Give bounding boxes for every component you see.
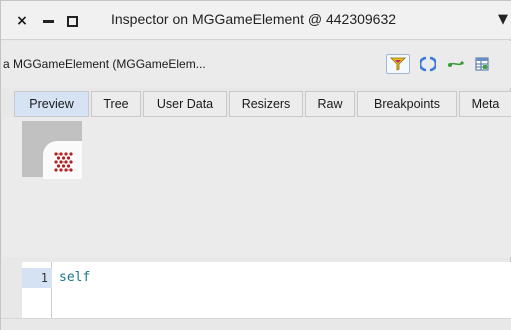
browse-button[interactable] [444, 54, 468, 74]
refresh-icon [420, 56, 436, 72]
table-icon [475, 57, 489, 71]
tab-label: Raw [317, 97, 343, 111]
maximize-button[interactable] [65, 13, 79, 29]
title-bar[interactable]: × Inspector on MGGameElement @ 442309632… [1, 1, 511, 40]
object-header: a MGGameElement (MGGameElem... [1, 41, 511, 88]
tab-resizers[interactable]: Resizers [229, 91, 303, 117]
filter-button[interactable] [386, 54, 410, 74]
tab-user-data[interactable]: User Data [143, 91, 227, 117]
close-icon: × [16, 13, 28, 29]
tab-raw[interactable]: Raw [305, 91, 355, 117]
inspector-window: × Inspector on MGGameElement @ 442309632… [0, 0, 511, 330]
table-button[interactable] [470, 54, 494, 74]
tab-label: Meta [471, 97, 500, 111]
line-number: 1 [22, 268, 52, 288]
refresh-button[interactable] [416, 54, 440, 74]
object-title: a MGGameElement (MGGameElem... [3, 57, 206, 71]
minimize-button[interactable] [41, 13, 55, 29]
window-menu-button[interactable]: ▼ [498, 12, 508, 27]
tab-label: Tree [103, 97, 129, 111]
tab-label: Resizers [241, 97, 291, 111]
tab-breakpoints[interactable]: Breakpoints [357, 91, 457, 117]
code-line[interactable]: self [59, 268, 90, 288]
preview-pane [2, 117, 511, 257]
tab-tree[interactable]: Tree [91, 91, 141, 117]
close-button[interactable]: × [15, 13, 29, 29]
inspector-tabs: Preview Tree User Data Resizers Raw Brea… [1, 91, 511, 117]
tab-label: Breakpoints [373, 97, 440, 111]
browse-icon [448, 61, 464, 67]
minimize-icon [42, 19, 54, 23]
tab-label: User Data [156, 97, 214, 111]
tab-label: Preview [29, 97, 74, 111]
tab-preview[interactable]: Preview [14, 91, 89, 117]
filter-icon [390, 57, 406, 71]
game-element-preview-icon [54, 152, 73, 172]
code-editor[interactable]: 1 self [22, 262, 511, 318]
status-strip [1, 318, 511, 330]
dropdown-arrow-icon: ▼ [498, 12, 508, 27]
tab-meta[interactable]: Meta [459, 91, 511, 117]
line-gutter: 1 [22, 262, 52, 318]
window-title: Inspector on MGGameElement @ 442309632 [111, 11, 397, 27]
maximize-icon [66, 15, 78, 27]
